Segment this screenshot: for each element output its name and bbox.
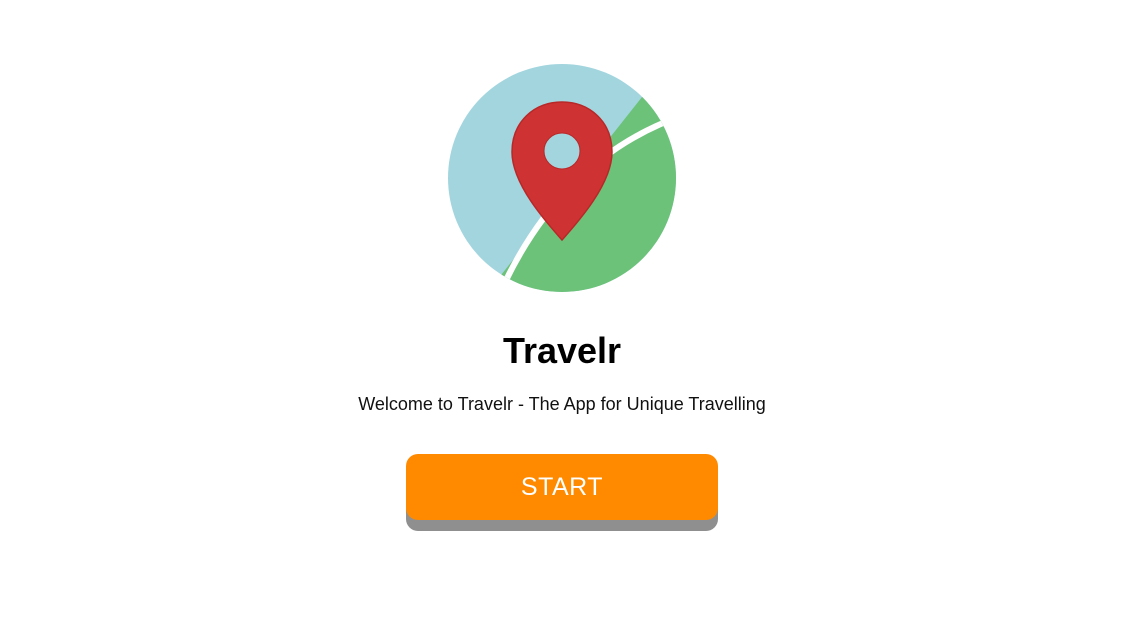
app-title: Travelr: [502, 330, 622, 371]
map-pin-icon: [448, 64, 676, 292]
start-button[interactable]: START: [406, 454, 718, 520]
welcome-text: Welcome to Travelr - The App for Unique …: [358, 394, 766, 414]
app-logo: [446, 62, 678, 294]
welcome-screen: Travelr Welcome to Travelr - The App for…: [0, 0, 1135, 621]
pin-hole: [543, 132, 581, 170]
